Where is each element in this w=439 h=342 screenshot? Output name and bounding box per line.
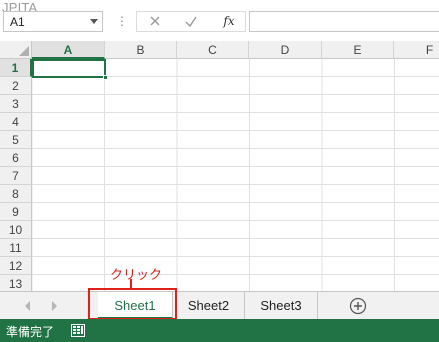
excel-window: JPITA A1 ⋮ fx A B C D E F 1 2 3 4 5 6 7 … bbox=[0, 0, 439, 342]
row-header-4[interactable]: 4 bbox=[0, 113, 32, 131]
annotation-label: クリック bbox=[110, 267, 163, 282]
row-header-6[interactable]: 6 bbox=[0, 149, 32, 167]
chevron-right-icon[interactable] bbox=[50, 301, 58, 311]
formula-input[interactable] bbox=[249, 11, 439, 32]
annotation-highlight-box bbox=[88, 288, 177, 320]
column-header-f[interactable]: F bbox=[394, 41, 439, 59]
column-header-c[interactable]: C bbox=[177, 41, 249, 59]
row-header-10[interactable]: 10 bbox=[0, 221, 32, 239]
cell-mode-icon[interactable] bbox=[71, 324, 85, 337]
cancel-button[interactable] bbox=[141, 13, 169, 30]
row-header-2[interactable]: 2 bbox=[0, 77, 32, 95]
row-header-9[interactable]: 9 bbox=[0, 203, 32, 221]
insert-function-button[interactable]: fx bbox=[215, 13, 243, 30]
row-header-13[interactable]: 13 bbox=[0, 275, 32, 291]
select-all-icon bbox=[19, 46, 29, 56]
tab-sheet3[interactable]: Sheet3 bbox=[245, 292, 318, 319]
name-box[interactable]: A1 bbox=[3, 11, 103, 32]
chevron-down-icon[interactable] bbox=[90, 19, 98, 25]
name-box-value: A1 bbox=[10, 15, 25, 29]
enter-button[interactable] bbox=[177, 13, 205, 30]
formula-buttons: fx bbox=[136, 11, 246, 32]
plus-circle-icon[interactable] bbox=[349, 297, 367, 315]
select-all-button[interactable] bbox=[0, 41, 32, 59]
row-header-3[interactable]: 3 bbox=[0, 95, 32, 113]
spreadsheet-grid: A B C D E F 1 2 3 4 5 6 7 8 9 10 11 12 1… bbox=[0, 41, 439, 291]
row-header-5[interactable]: 5 bbox=[0, 131, 32, 149]
column-header-d[interactable]: D bbox=[249, 41, 322, 59]
fill-handle[interactable] bbox=[103, 75, 108, 80]
tab-sheet2[interactable]: Sheet2 bbox=[173, 292, 245, 319]
row-header-11[interactable]: 11 bbox=[0, 239, 32, 257]
active-cell-a1[interactable] bbox=[32, 59, 108, 80]
close-icon bbox=[150, 16, 160, 26]
row-header-1[interactable]: 1 bbox=[0, 59, 32, 77]
sheet-tab-bar: Sheet1 Sheet2 Sheet3 bbox=[0, 291, 439, 319]
row-header-8[interactable]: 8 bbox=[0, 185, 32, 203]
check-icon bbox=[185, 16, 197, 28]
status-bar: 準備完了 bbox=[0, 319, 439, 342]
column-header-a[interactable]: A bbox=[32, 41, 105, 59]
column-header-e[interactable]: E bbox=[322, 41, 394, 59]
column-header-b[interactable]: B bbox=[105, 41, 177, 59]
row-header-12[interactable]: 12 bbox=[0, 257, 32, 275]
status-text: 準備完了 bbox=[6, 325, 55, 339]
row-header-7[interactable]: 7 bbox=[0, 167, 32, 185]
cell-area[interactable] bbox=[32, 59, 439, 291]
chevron-left-icon[interactable] bbox=[24, 301, 32, 311]
formula-bar-separator-icon: ⋮ bbox=[116, 14, 128, 28]
